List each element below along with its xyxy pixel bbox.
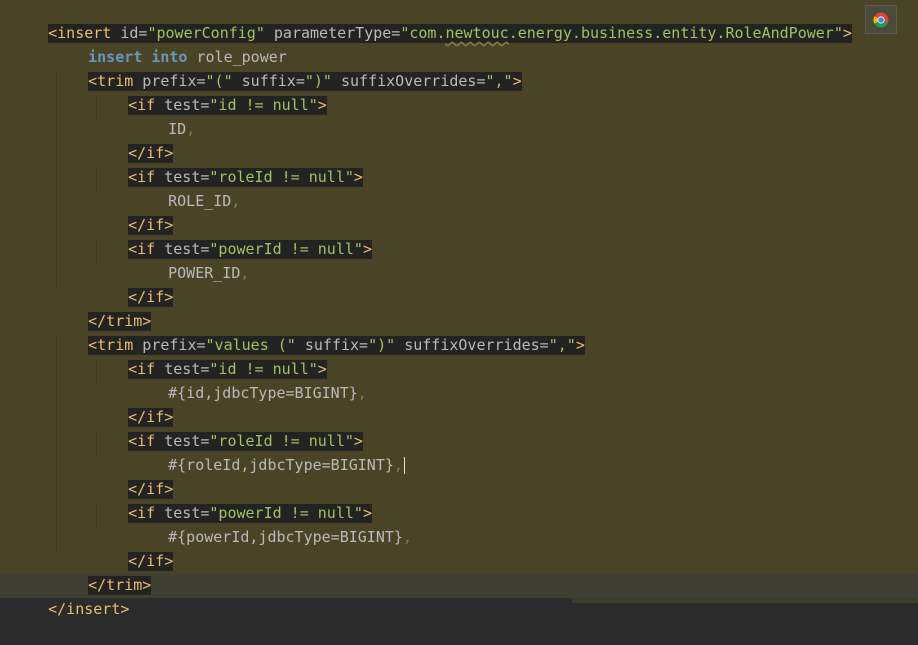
mybatis-parameter: #{powerId,jdbcType=BIGINT}: [168, 528, 403, 546]
comma: ,: [231, 192, 241, 210]
code-line-if-close[interactable]: </if>: [92, 189, 174, 235]
xml-tag-close: >: [362, 240, 372, 258]
horizontal-scrollbar[interactable]: [572, 598, 918, 603]
code-line-sql-insert[interactable]: insert into role_power: [52, 21, 287, 66]
comma: ,: [186, 120, 196, 138]
xml-attribute-value: ",": [485, 72, 513, 90]
code-editor[interactable]: <insert id="powerConfig" parameterType="…: [0, 0, 918, 618]
xml-attribute: suffixOverrides=: [395, 336, 549, 354]
comma: ,: [393, 456, 403, 474]
xml-attribute: suffixOverrides=: [331, 72, 486, 90]
comma: ,: [357, 384, 367, 402]
code-line-column[interactable]: POWER_ID,: [132, 237, 249, 282]
code-line-param[interactable]: #{id,jdbcType=BIGINT},: [132, 357, 367, 402]
code-line-if-close[interactable]: </if>: [92, 525, 174, 571]
code-line-if-open[interactable]: <if test="powerId != null">: [92, 477, 372, 523]
code-line-if-close[interactable]: </if>: [92, 453, 174, 499]
code-line-param[interactable]: #{powerId,jdbcType=BIGINT},: [132, 501, 412, 546]
code-line-if-close[interactable]: </if>: [92, 261, 174, 307]
code-line-if-open[interactable]: <if test="id != null">: [92, 69, 327, 115]
code-line-trim-open[interactable]: <trim prefix="values (" suffix=")" suffi…: [52, 309, 585, 355]
code-line-if-open[interactable]: <if test="roleId != null">: [92, 405, 363, 451]
column-name: POWER_ID: [168, 264, 241, 282]
xml-tag-close: >: [353, 168, 363, 186]
column-name: ROLE_ID: [168, 192, 232, 210]
open-in-browser-button[interactable]: [865, 5, 897, 34]
code-line-if-open[interactable]: <if test="id != null">: [92, 333, 327, 379]
chrome-icon: [873, 12, 889, 28]
xml-attribute-value: "id != null": [209, 96, 318, 114]
code-line-if-open[interactable]: <if test="powerId != null">: [92, 213, 372, 259]
code-line-if-open[interactable]: <if test="roleId != null">: [92, 141, 363, 187]
xml-attribute-value: "com.: [400, 24, 446, 42]
text-cursor: [403, 457, 405, 474]
comma: ,: [402, 528, 412, 546]
code-line-trim-open[interactable]: <trim prefix="(" suffix=")" suffixOverri…: [52, 45, 522, 91]
code-line-insert-close[interactable]: </insert>: [12, 573, 129, 618]
code-line-column[interactable]: ID,: [132, 93, 195, 138]
xml-tag-close: >: [512, 72, 522, 90]
mybatis-parameter: #{roleId,jdbcType=BIGINT}: [168, 456, 394, 474]
code-line-if-close[interactable]: </if>: [92, 381, 174, 427]
comma: ,: [240, 264, 250, 282]
code-line-param[interactable]: #{roleId,jdbcType=BIGINT},: [132, 429, 405, 474]
xml-tag-close: >: [842, 24, 852, 42]
xml-attribute-value: ",": [548, 336, 576, 354]
code-line-trim-close[interactable]: </trim>: [52, 285, 152, 331]
code-line-insert-open[interactable]: <insert id="powerConfig" parameterType="…: [12, 0, 852, 43]
xml-tag-close: >: [575, 336, 585, 354]
xml-tag-close: >: [317, 96, 327, 114]
xml-attribute-value: ")": [368, 336, 396, 354]
code-line-trim-close[interactable]: </trim>: [52, 549, 152, 595]
code-line-if-close[interactable]: </if>: [92, 117, 174, 163]
xml-attribute-value: .energy.business.entity.RoleAndPower": [508, 24, 843, 42]
code-line-column[interactable]: ROLE_ID,: [132, 165, 240, 210]
mybatis-parameter: #{id,jdbcType=BIGINT}: [168, 384, 358, 402]
spelling-warning[interactable]: newtouc: [446, 24, 509, 42]
